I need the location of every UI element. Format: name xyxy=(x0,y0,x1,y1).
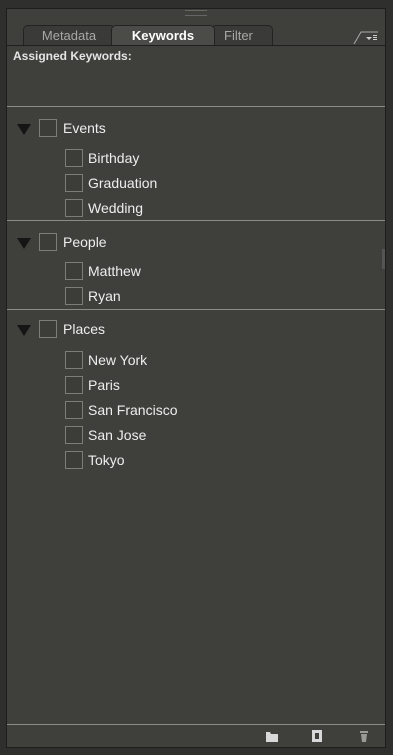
keyword-checkbox[interactable] xyxy=(65,401,83,419)
keyword-label: Tokyo xyxy=(88,452,125,468)
disclosure-triangle-icon[interactable] xyxy=(17,238,31,249)
keyword-label: Wedding xyxy=(88,200,144,216)
keyword-label: Paris xyxy=(88,377,120,393)
panel-grip[interactable] xyxy=(185,10,207,16)
tab-keywords[interactable]: Keywords xyxy=(111,25,215,45)
keyword-group-label: People xyxy=(63,234,107,250)
assigned-keywords-label: Assigned Keywords: xyxy=(13,49,132,63)
keyword-checkbox[interactable] xyxy=(65,262,83,280)
keyword-checkbox[interactable] xyxy=(65,174,83,192)
divider xyxy=(7,106,385,107)
delete-icon[interactable] xyxy=(357,729,371,748)
scroll-handle[interactable] xyxy=(382,249,385,269)
new-keyword-icon[interactable] xyxy=(310,729,324,748)
keyword-label: Ryan xyxy=(88,288,121,304)
tab-metadata[interactable]: Metadata xyxy=(23,25,115,45)
keyword-checkbox[interactable] xyxy=(65,451,83,469)
panel-footer xyxy=(7,724,385,747)
disclosure-triangle-icon[interactable] xyxy=(17,124,31,135)
keyword-checkbox-people[interactable] xyxy=(39,233,57,251)
tab-bar: Metadata Filter Keywords xyxy=(7,23,385,46)
keyword-checkbox-events[interactable] xyxy=(39,119,57,137)
disclosure-triangle-icon[interactable] xyxy=(17,325,31,336)
keyword-checkbox[interactable] xyxy=(65,351,83,369)
keyword-group-label: Places xyxy=(63,321,106,337)
keyword-label: Graduation xyxy=(88,175,158,191)
tab-filter[interactable]: Filter xyxy=(211,25,273,45)
new-keyword-set-icon[interactable] xyxy=(265,729,279,748)
keyword-checkbox[interactable] xyxy=(65,199,83,217)
keyword-label: New York xyxy=(88,352,148,368)
keyword-checkbox-places[interactable] xyxy=(39,320,57,338)
keyword-checkbox[interactable] xyxy=(65,287,83,305)
divider xyxy=(7,220,385,221)
keyword-label: Matthew xyxy=(88,263,141,279)
divider xyxy=(7,309,385,310)
keyword-group-label: Events xyxy=(63,120,106,136)
keyword-checkbox[interactable] xyxy=(65,149,83,167)
keywords-panel: Metadata Filter Keywords Assigned Keywor… xyxy=(6,8,386,748)
keyword-label: San Francisco xyxy=(88,402,178,418)
keyword-checkbox[interactable] xyxy=(65,376,83,394)
panel-menu-icon[interactable] xyxy=(353,29,379,45)
keyword-label: San Jose xyxy=(88,427,147,443)
keyword-label: Birthday xyxy=(88,150,140,166)
keyword-checkbox[interactable] xyxy=(65,426,83,444)
